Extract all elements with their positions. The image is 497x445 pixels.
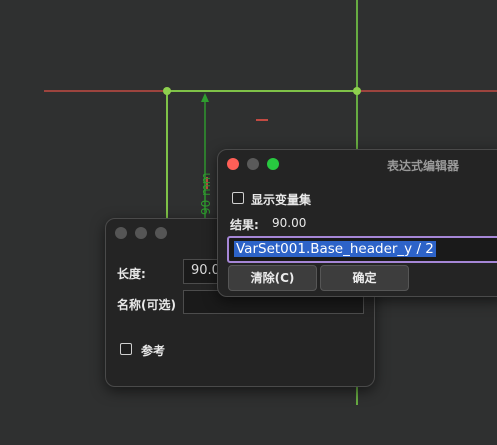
minimize-icon[interactable] — [247, 158, 259, 170]
length-label: 长度: — [117, 267, 146, 281]
result-label: 结果: — [230, 218, 259, 232]
reference-label: 参考 — [141, 344, 166, 358]
show-varset-label: 显示变量集 — [251, 193, 312, 207]
ok-button[interactable]: 确定 — [320, 265, 409, 291]
zoom-icon[interactable] — [155, 227, 167, 239]
expression-editor-titlebar[interactable]: 表达式编辑器 — [218, 150, 497, 178]
sketch-point[interactable] — [163, 87, 171, 95]
expression-editor-dialog: 表达式编辑器 显示变量集 结果: 90.00 VarSet001.Base_he… — [217, 149, 497, 297]
show-varset-checkbox[interactable] — [232, 192, 244, 204]
zoom-icon[interactable] — [267, 158, 279, 170]
minimize-icon[interactable] — [135, 227, 147, 239]
dimension-label[interactable]: 90 mm — [199, 173, 213, 215]
result-value: 90.00 — [272, 216, 307, 230]
dimension-arrow — [201, 93, 209, 102]
name-label: 名称(可选) — [117, 298, 176, 312]
clear-button[interactable]: 清除(C) — [228, 265, 317, 291]
reference-checkbox[interactable] — [120, 343, 132, 355]
expression-text[interactable]: VarSet001.Base_header_y / 2 — [234, 241, 436, 257]
expression-editor-title: 表达式编辑器 — [387, 159, 460, 173]
close-icon[interactable] — [115, 227, 127, 239]
expression-input[interactable]: VarSet001.Base_header_y / 2 — [227, 236, 497, 263]
sketch-point-axis[interactable] — [353, 87, 361, 95]
close-icon[interactable] — [227, 158, 239, 170]
